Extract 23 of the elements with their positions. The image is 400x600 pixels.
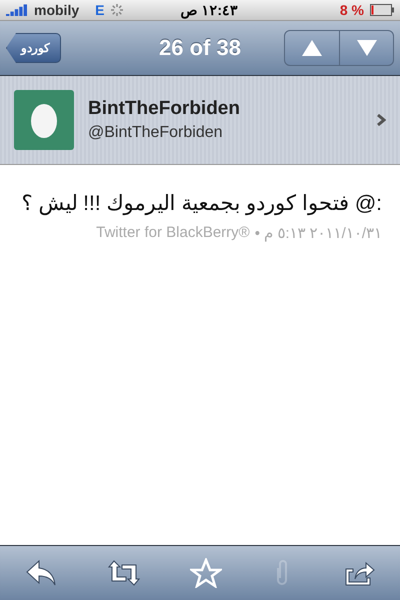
tweet-text: :@ فتحوا كوردو بجمعية اليرموك !!! ليش ؟ <box>20 191 382 216</box>
user-name: BintTheForbiden <box>88 98 241 120</box>
signal-icon <box>6 4 28 16</box>
avatar <box>14 90 74 150</box>
back-button[interactable]: كوردو <box>6 33 61 63</box>
share-icon <box>342 559 375 587</box>
battery-icon <box>370 4 394 16</box>
spinner-icon <box>110 3 124 17</box>
network-type: E <box>95 2 104 18</box>
star-icon <box>190 558 222 588</box>
carrier-name: mobily <box>34 2 80 18</box>
reply-icon <box>25 559 58 587</box>
down-triangle-icon <box>356 39 378 57</box>
up-triangle-icon <box>301 39 323 57</box>
profile-header[interactable]: BintTheForbiden @BintTheForbiden <box>0 76 400 165</box>
nav-title: 26 of 38 <box>159 35 241 61</box>
chevron-icon <box>376 113 386 127</box>
battery-percent: 8 % <box>340 2 364 18</box>
tweet-date: ٢٠١١/١٠/٣١ ٥:١٣ م • <box>254 224 382 242</box>
clock: ١٢:٤٣ ص <box>180 2 238 18</box>
retweet-icon <box>108 559 140 587</box>
tweet-source: Twitter for BlackBerry® <box>96 224 250 242</box>
user-handle: @BintTheForbiden <box>88 124 224 142</box>
